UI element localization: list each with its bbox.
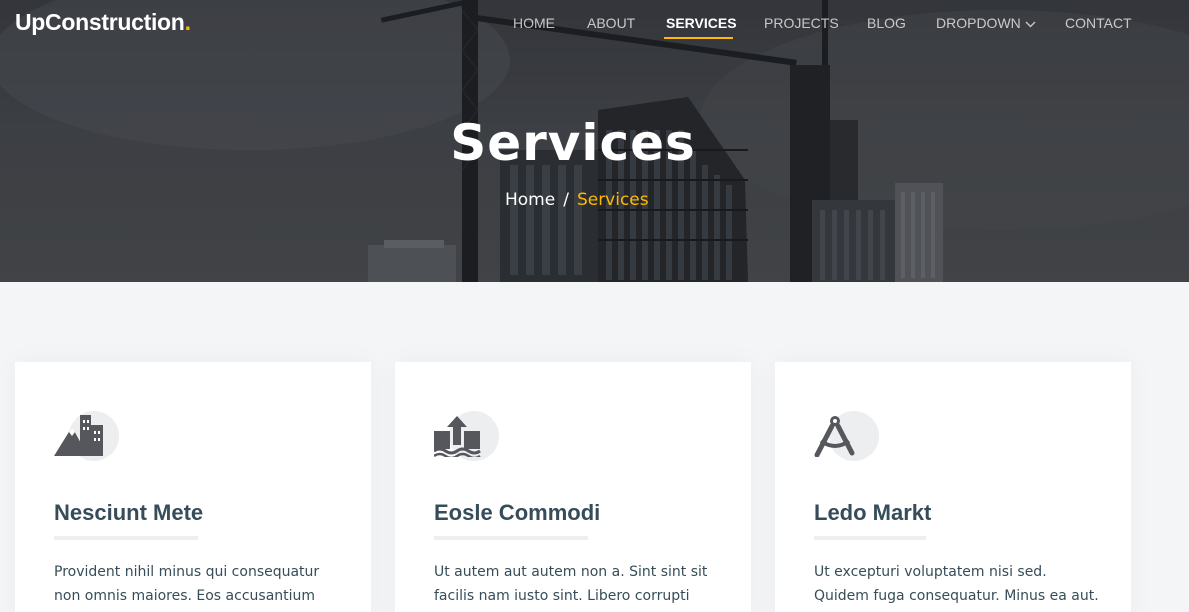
nav-item-about[interactable]: ABOUT xyxy=(587,15,635,31)
title-underline xyxy=(814,536,926,540)
service-title[interactable]: Ledo Markt xyxy=(814,500,931,526)
mountain-city-icon xyxy=(54,415,103,456)
main-nav: HOME ABOUT SERVICES PROJECTS BLOG DROPDO… xyxy=(0,0,1189,46)
breadcrumb-current: Services xyxy=(576,190,649,210)
nav-item-services[interactable]: SERVICES xyxy=(666,15,737,31)
breadcrumb: Home / Services xyxy=(505,190,649,210)
service-card: Ledo Markt Ut excepturi voluptatem nisi … xyxy=(775,362,1131,612)
page-title: Services xyxy=(450,114,696,172)
service-icon-wrap xyxy=(434,411,500,461)
service-card: Nesciunt Mete Provident nihil minus qui … xyxy=(15,362,371,612)
title-underline xyxy=(54,536,198,540)
breadcrumb-home-link[interactable]: Home xyxy=(505,190,555,210)
service-title[interactable]: Eosle Commodi xyxy=(434,500,600,526)
nav-item-home[interactable]: HOME xyxy=(513,15,555,31)
title-underline xyxy=(434,536,588,540)
service-icon-wrap xyxy=(814,411,880,461)
nav-item-projects[interactable]: PROJECTS xyxy=(764,15,839,31)
breadcrumb-separator: / xyxy=(563,190,569,210)
arrow-up-from-ground-water-icon xyxy=(434,416,481,457)
nav-active-indicator xyxy=(664,37,733,39)
service-title[interactable]: Nesciunt Mete xyxy=(54,500,203,526)
service-description: Provident nihil minus qui consequatur no… xyxy=(54,564,320,604)
service-icon-wrap xyxy=(54,411,120,461)
compass-drafting-icon xyxy=(814,416,855,457)
nav-item-dropdown-label: DROPDOWN xyxy=(936,15,1021,31)
service-description: Ut autem aut autem non a. Sint sint sit … xyxy=(434,564,708,604)
nav-item-blog[interactable]: BLOG xyxy=(867,15,906,31)
service-card: Eosle Commodi Ut autem aut autem non a. … xyxy=(395,362,751,612)
nav-item-contact[interactable]: CONTACT xyxy=(1065,15,1132,31)
chevron-down-icon xyxy=(1025,21,1036,28)
nav-item-dropdown[interactable]: DROPDOWN xyxy=(936,15,1036,31)
service-description: Ut excepturi voluptatem nisi sed. Quidem… xyxy=(814,564,1099,604)
